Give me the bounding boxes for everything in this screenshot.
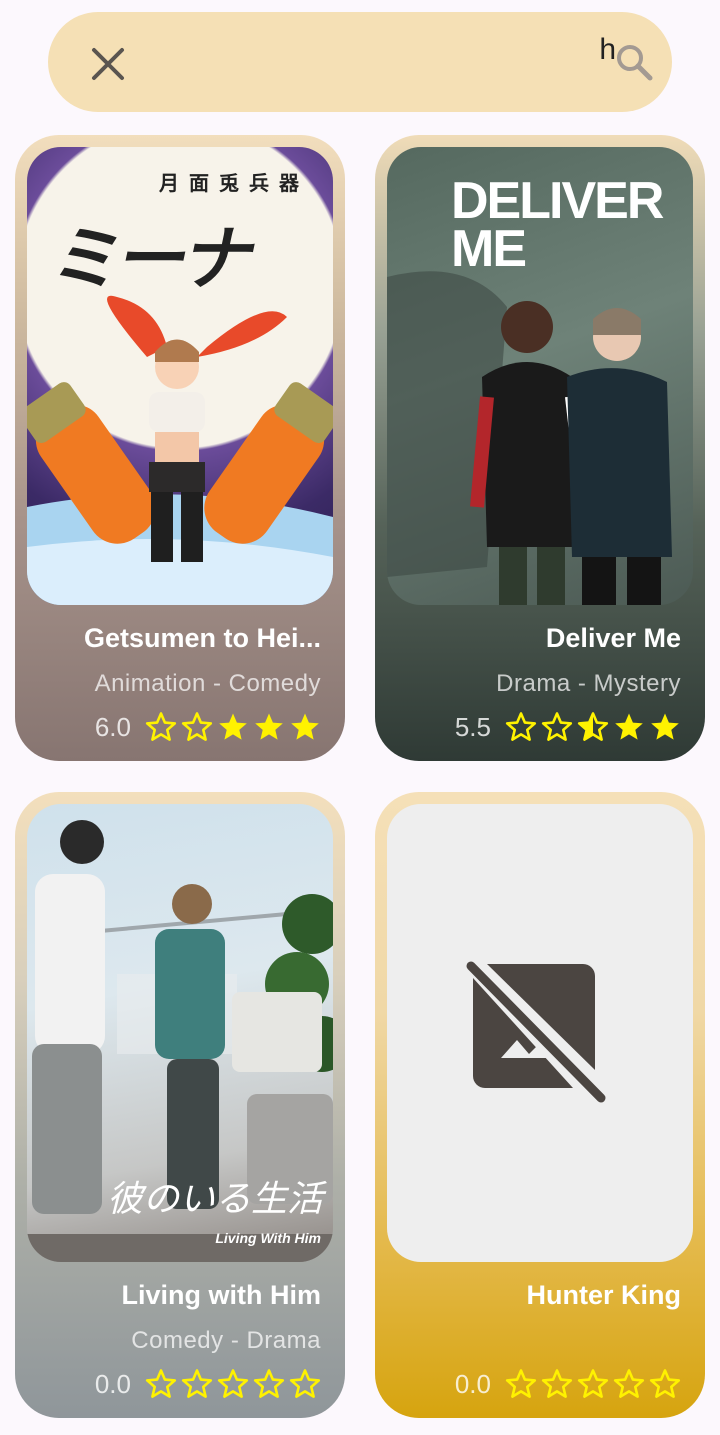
movie-card[interactable]: DELIVER ME Deliver Me Drama - Mystery 5.… <box>375 135 705 761</box>
star-outline-icon <box>217 1369 249 1398</box>
rating-value: 0.0 <box>94 1368 131 1399</box>
star-filled-icon <box>651 713 679 740</box>
poster-title: DELIVER ME <box>451 172 664 278</box>
star-filled-icon <box>615 713 643 740</box>
star-outline-icon <box>613 1369 645 1398</box>
movie-poster: DELIVER ME <box>387 147 693 605</box>
poster-artwork <box>27 295 333 605</box>
star-outline-icon <box>181 712 213 741</box>
star-filled-icon <box>219 713 247 740</box>
poster-title: 彼のいる生活 <box>106 1178 323 1219</box>
rating-row: 6.0 <box>95 708 321 746</box>
movie-title: Getsumen to Hei... <box>83 623 321 653</box>
movie-genres: Comedy - Drama <box>131 1327 321 1354</box>
star-outline-icon <box>505 712 537 741</box>
star-outline-icon <box>253 1369 285 1398</box>
star-outline-icon <box>289 1369 321 1398</box>
star-outline-icon <box>505 1369 537 1398</box>
star-rating <box>505 1368 681 1400</box>
rating-value: 5.5 <box>454 711 491 742</box>
star-half-icon <box>577 712 609 741</box>
movie-genres: Animation - Comedy <box>94 670 321 697</box>
star-outline-icon <box>541 712 573 741</box>
search-icon <box>617 45 653 81</box>
rating-row: 0.0 <box>95 1365 321 1403</box>
rating-row: 0.0 <box>455 1365 681 1403</box>
poster-subtitle: Living With Him <box>215 1230 321 1246</box>
broken-image-icon <box>466 961 606 1103</box>
movie-title: Deliver Me <box>545 623 681 653</box>
star-filled-icon <box>255 713 283 740</box>
star-outline-icon <box>145 712 177 741</box>
star-outline-icon <box>181 1369 213 1398</box>
star-outline-icon <box>541 1369 573 1398</box>
star-rating <box>145 711 321 743</box>
movie-card[interactable]: 彼のいる生活 Living With Him Living with Him C… <box>15 792 345 1418</box>
movie-card[interactable]: 月面兎兵器 ミーナ Getsumen to Hei... Animation -… <box>15 135 345 761</box>
rating-value: 0.0 <box>454 1368 491 1399</box>
movie-title: Hunter King <box>526 1280 682 1310</box>
star-filled-icon <box>291 713 319 740</box>
rating-row: 5.5 <box>455 708 681 746</box>
movie-poster: 月面兎兵器 ミーナ <box>27 147 333 605</box>
close-icon <box>92 48 124 80</box>
star-rating <box>145 1368 321 1400</box>
movie-title: Living with Him <box>121 1280 322 1310</box>
clear-search-button[interactable] <box>82 38 134 90</box>
star-outline-icon <box>649 1369 681 1398</box>
star-outline-icon <box>145 1369 177 1398</box>
search-button[interactable] <box>612 40 656 84</box>
rating-value: 6.0 <box>94 711 131 742</box>
star-outline-icon <box>577 1369 609 1398</box>
movie-card[interactable]: Hunter King 0.0 <box>375 792 705 1418</box>
movie-poster: 彼のいる生活 Living With Him <box>27 804 333 1262</box>
movie-genres: Drama - Mystery <box>496 670 681 697</box>
search-input[interactable]: h <box>320 0 720 100</box>
movie-poster-placeholder <box>387 804 693 1262</box>
star-rating <box>505 711 681 743</box>
